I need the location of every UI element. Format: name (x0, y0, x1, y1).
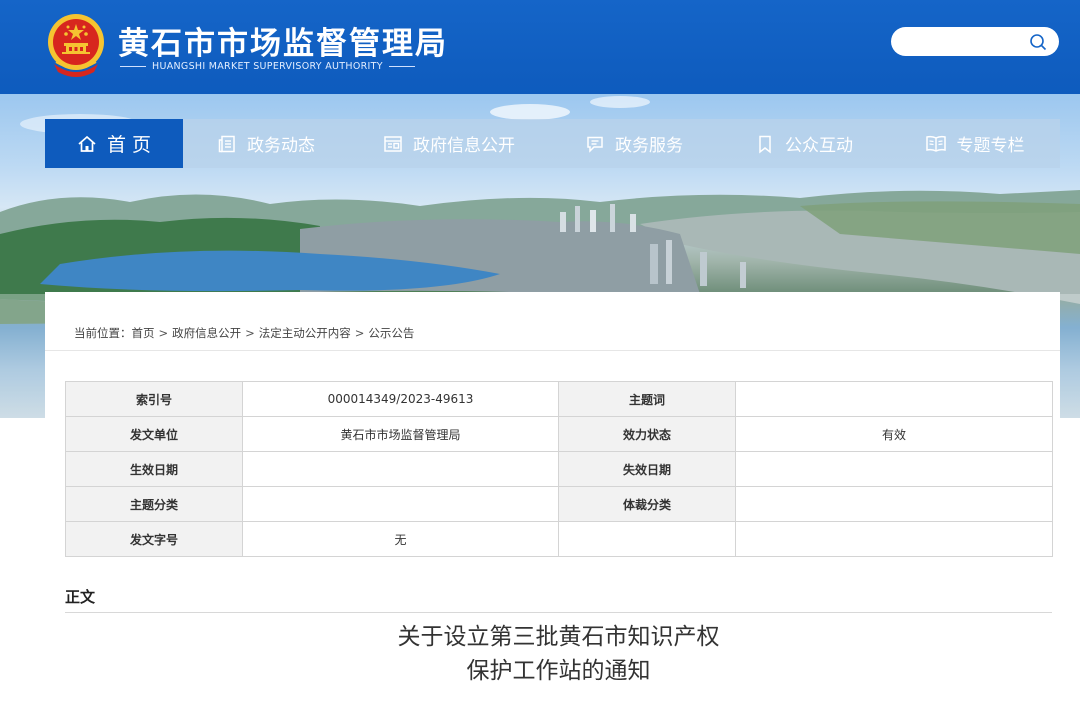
table-row: 主题分类 体裁分类 (65, 486, 1053, 522)
effective-date-value (242, 451, 559, 487)
expiry-date-label: 失效日期 (558, 451, 736, 487)
breadcrumb-separator: > (354, 326, 365, 340)
breadcrumb-home[interactable]: 首页 (132, 326, 155, 340)
document-number-label: 发文字号 (65, 521, 243, 557)
content-card: 当前位置：首页 > 政府信息公开 > 法定主动公开内容 > 公示公告 索引号 0000143… (45, 292, 1060, 704)
document-title-line-2: 保护工作站的通知 (466, 658, 651, 684)
search-box[interactable] (891, 27, 1059, 56)
site-subtitle: HUANGSHI MARKET SUPERVISORY AUTHORITY (120, 61, 415, 72)
national-emblem-icon (48, 14, 104, 77)
site-header: 黄石市市场监督管理局 HUANGSHI MARKET SUPERVISORY A… (0, 0, 1080, 94)
search-icon[interactable] (1029, 33, 1047, 51)
topic-category-label: 主题分类 (65, 486, 243, 522)
topic-category-value (242, 486, 559, 522)
info-board-icon (384, 135, 402, 152)
table-row: 索引号 000014349/2023-49613 主题词 (65, 381, 1053, 417)
empty-cell (735, 521, 1053, 557)
validity-status-value: 有效 (735, 416, 1053, 452)
issuing-unit-label: 发文单位 (65, 416, 243, 452)
breadcrumb-announcements[interactable]: 公示公告 (368, 326, 414, 340)
nav-item-interaction[interactable]: 公众互动 (719, 119, 889, 168)
site-subtitle-text: HUANGSHI MARKET SUPERVISORY AUTHORITY (152, 61, 383, 72)
nav-item-label: 公众互动 (785, 136, 853, 156)
keywords-value (735, 381, 1053, 417)
main-nav: 首 页 政务动态 政府信息公开 政务服务 公众互动 专题专栏 (45, 119, 1060, 168)
issuing-unit-value: 黄石市市场监督管理局 (242, 416, 559, 452)
document-number-value: 无 (242, 521, 559, 557)
genre-category-label: 体裁分类 (558, 486, 736, 522)
table-row: 发文单位 黄石市市场监督管理局 效力状态 有效 (65, 416, 1053, 452)
breadcrumb-separator: > (158, 326, 169, 340)
document-title: 关于设立第三批黄石市知识产权 保护工作站的通知 (65, 620, 1052, 688)
expiry-date-value (735, 451, 1053, 487)
table-row: 生效日期 失效日期 (65, 451, 1053, 487)
nav-item-home[interactable]: 首 页 (45, 119, 183, 168)
nav-item-gov-info[interactable]: 政府信息公开 (349, 119, 549, 168)
document-metadata-table: 索引号 000014349/2023-49613 主题词 发文单位 黄石市市场监… (65, 381, 1053, 557)
breadcrumb-separator: > (245, 326, 255, 340)
section-divider (65, 612, 1052, 613)
breadcrumb-prefix: 当前位置： (74, 326, 132, 340)
breadcrumb-statutory-content[interactable]: 法定主动公开内容 (259, 326, 351, 340)
nav-item-news[interactable]: 政务动态 (183, 119, 349, 168)
index-number-value: 000014349/2023-49613 (242, 381, 559, 417)
empty-cell (558, 521, 736, 557)
section-label-body: 正文 (65, 588, 96, 606)
open-book-icon (925, 135, 946, 152)
nav-item-label: 政务服务 (615, 136, 683, 156)
news-doc-icon (218, 135, 235, 152)
nav-item-label: 首 页 (106, 134, 152, 156)
nav-item-label: 政府信息公开 (413, 136, 515, 156)
nav-item-label: 专题专栏 (956, 136, 1025, 156)
nav-item-topics[interactable]: 专题专栏 (889, 119, 1060, 168)
search-input[interactable] (905, 32, 1025, 51)
effective-date-label: 生效日期 (65, 451, 243, 487)
service-chat-icon (587, 136, 603, 153)
home-icon (78, 135, 96, 152)
table-row: 发文字号 无 (65, 521, 1053, 557)
validity-status-label: 效力状态 (558, 416, 736, 452)
site-title: 黄石市市场监督管理局 (118, 26, 448, 62)
breadcrumb-divider (45, 350, 1060, 351)
keywords-label: 主题词 (558, 381, 736, 417)
breadcrumb: 当前位置：首页 > 政府信息公开 > 法定主动公开内容 > 公示公告 (74, 325, 414, 341)
breadcrumb-gov-info[interactable]: 政府信息公开 (172, 326, 241, 340)
bookmark-icon (759, 135, 771, 154)
document-title-line-1: 关于设立第三批黄石市知识产权 (397, 624, 720, 650)
genre-category-value (735, 486, 1053, 522)
index-number-label: 索引号 (65, 381, 243, 417)
nav-item-label: 政务动态 (247, 136, 315, 156)
nav-item-services[interactable]: 政务服务 (549, 119, 719, 168)
